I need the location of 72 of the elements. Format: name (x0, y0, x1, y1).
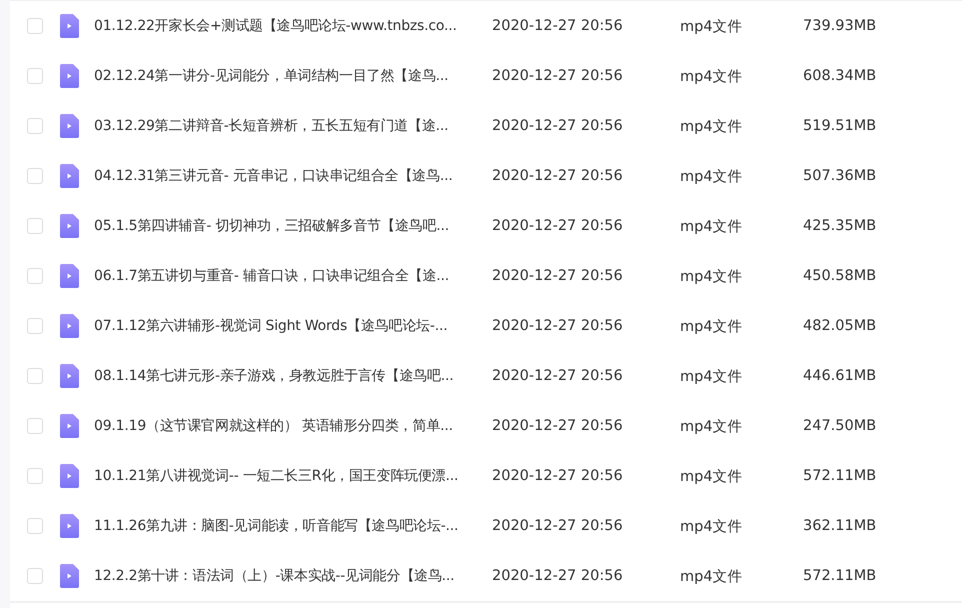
file-type: mp4文件 (680, 18, 744, 36)
file-type: mp4文件 (680, 218, 744, 236)
file-name[interactable]: 07.1.12第六讲辅形-视觉词 Sight Words【途鸟吧论坛-... (94, 317, 492, 335)
file-name[interactable]: 10.1.21第八讲视觉词-- 一短二长三R化，国王变阵玩便漂... (94, 467, 492, 485)
video-file-icon (60, 564, 79, 588)
checkbox[interactable] (27, 218, 43, 234)
checkbox[interactable] (27, 18, 43, 34)
modified-date: 2020-12-27 20:56 (492, 468, 624, 484)
video-file-icon (60, 514, 79, 538)
file-type: mp4文件 (680, 418, 744, 436)
file-size: 482.05MB (803, 318, 878, 334)
video-file-icon (60, 64, 79, 88)
file-type: mp4文件 (680, 118, 744, 136)
file-type: mp4文件 (680, 568, 744, 586)
modified-date: 2020-12-27 20:56 (492, 268, 624, 284)
file-size: 507.36MB (803, 168, 878, 184)
checkbox[interactable] (27, 68, 43, 84)
file-size: 446.61MB (803, 368, 878, 384)
file-type: mp4文件 (680, 268, 744, 286)
file-name[interactable]: 05.1.5第四讲辅音- 切切神功，三招破解多音节【途鸟吧... (94, 217, 492, 235)
checkbox[interactable] (27, 268, 43, 284)
modified-date: 2020-12-27 20:56 (492, 218, 624, 234)
file-type: mp4文件 (680, 518, 744, 536)
modified-date: 2020-12-27 20:56 (492, 168, 624, 184)
file-type: mp4文件 (680, 468, 744, 486)
file-name[interactable]: 01.12.22开家长会+测试题【途鸟吧论坛-www.tnbzs.co... (94, 17, 492, 35)
file-name[interactable]: 12.2.2第十讲：语法词（上）-课本实战--见词能分【途鸟... (94, 567, 492, 585)
file-size: 247.50MB (803, 418, 878, 434)
video-file-icon (60, 464, 79, 488)
file-size: 739.93MB (803, 18, 878, 34)
video-file-icon (60, 264, 79, 288)
video-file-icon (60, 414, 79, 438)
file-type: mp4文件 (680, 168, 744, 186)
modified-date: 2020-12-27 20:56 (492, 568, 624, 584)
modified-date: 2020-12-27 20:56 (492, 118, 624, 134)
file-size: 519.51MB (803, 118, 878, 134)
checkbox[interactable] (27, 318, 43, 334)
file-size: 572.11MB (803, 568, 878, 584)
file-type: mp4文件 (680, 68, 744, 86)
file-size: 425.35MB (803, 218, 878, 234)
checkbox[interactable] (27, 518, 43, 534)
checkbox[interactable] (27, 418, 43, 434)
file-name[interactable]: 03.12.29第二讲辩音-长短音辨析，五长五短有门道【途... (94, 117, 492, 135)
file-name[interactable]: 08.1.14第七讲元形-亲子游戏，身教远胜于言传【途鸟吧... (94, 367, 492, 385)
modified-date: 2020-12-27 20:56 (492, 68, 624, 84)
file-name[interactable]: 11.1.26第九讲：脑图-见词能读，听音能写【途鸟吧论坛-... (94, 517, 492, 535)
modified-date: 2020-12-27 20:56 (492, 368, 624, 384)
video-file-icon (60, 314, 79, 338)
checkbox[interactable] (27, 468, 43, 484)
file-name[interactable]: 02.12.24第一讲分-见词能分，单词结构一目了然【途鸟... (94, 67, 492, 85)
video-file-icon (60, 364, 79, 388)
checkbox[interactable] (27, 568, 43, 584)
modified-date: 2020-12-27 20:56 (492, 418, 624, 434)
video-file-icon (60, 164, 79, 188)
file-type: mp4文件 (680, 368, 744, 386)
file-name[interactable]: 06.1.7第五讲切与重音- 辅音口诀，口诀串记组合全【途... (94, 267, 492, 285)
file-type: mp4文件 (680, 318, 744, 336)
file-name[interactable]: 09.1.19（这节课官网就这样的） 英语辅形分四类，简单... (94, 417, 492, 435)
checkbox[interactable] (27, 168, 43, 184)
file-size: 362.11MB (803, 518, 878, 534)
checkbox[interactable] (27, 118, 43, 134)
file-name[interactable]: 04.12.31第三讲元音- 元音串记，口诀串记组合全【途鸟... (94, 167, 492, 185)
video-file-icon (60, 214, 79, 238)
file-size: 572.11MB (803, 468, 878, 484)
video-file-icon (60, 114, 79, 138)
file-size: 608.34MB (803, 68, 878, 84)
file-size: 450.58MB (803, 268, 878, 284)
video-file-icon (60, 14, 79, 38)
modified-date: 2020-12-27 20:56 (492, 318, 624, 334)
modified-date: 2020-12-27 20:56 (492, 18, 624, 34)
checkbox[interactable] (27, 368, 43, 384)
modified-date: 2020-12-27 20:56 (492, 518, 624, 534)
